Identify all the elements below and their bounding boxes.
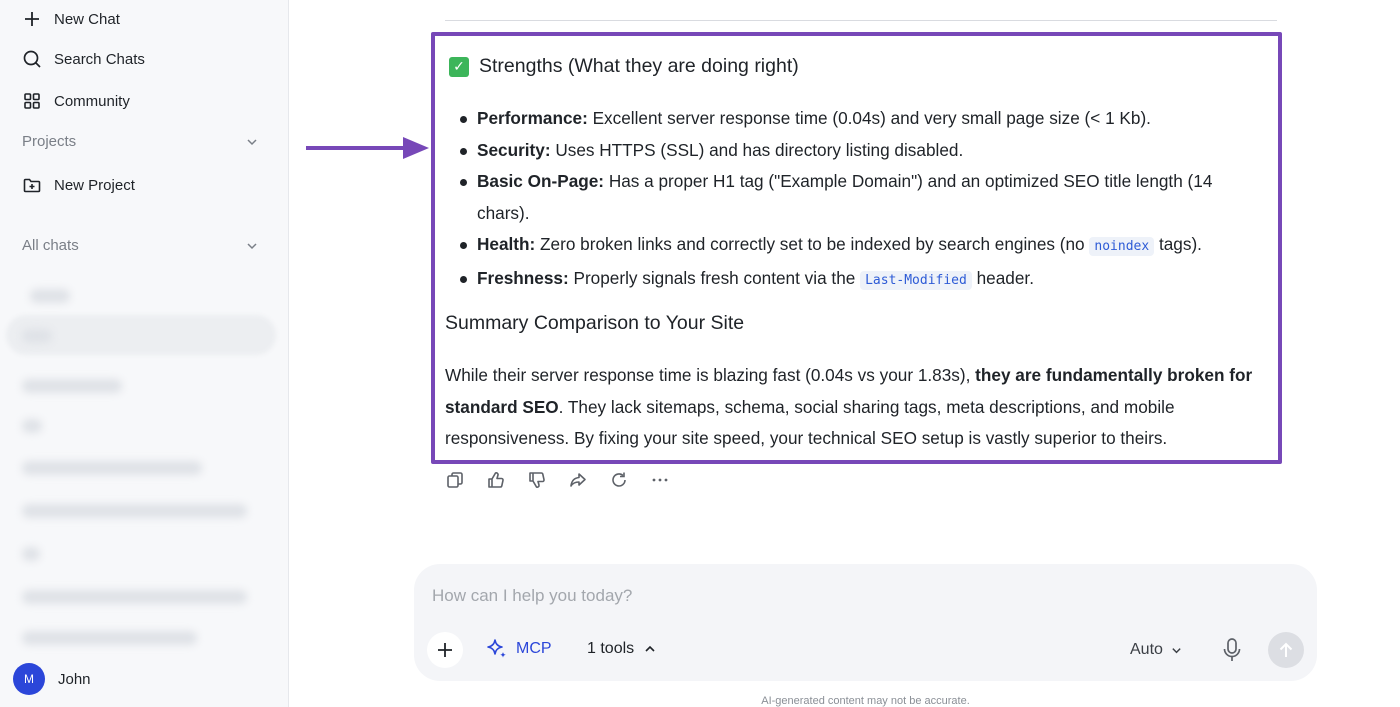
blurred-chat-list xyxy=(0,275,289,655)
bullet-text: tags). xyxy=(1154,234,1202,255)
chat-list-item[interactable] xyxy=(30,289,70,303)
chevron-down-icon xyxy=(247,138,257,145)
attach-button[interactable] xyxy=(427,632,463,668)
chat-list-item[interactable] xyxy=(22,504,247,518)
strengths-list: Performance: Excellent server response t… xyxy=(460,103,1267,297)
folder-plus-icon xyxy=(23,178,41,193)
list-item: Health: Zero broken links and correctly … xyxy=(460,229,1267,263)
model-selector[interactable]: Auto xyxy=(1130,641,1182,659)
arrow-up-icon xyxy=(1279,642,1293,657)
chat-list-item[interactable] xyxy=(22,631,197,645)
search-chats-label: Search Chats xyxy=(54,50,145,68)
chevron-down-icon xyxy=(1172,647,1181,653)
list-item: Basic On-Page: Has a proper H1 tag ("Exa… xyxy=(460,166,1267,229)
plus-icon xyxy=(25,12,39,26)
sparkle-icon xyxy=(487,639,506,658)
all-chats-label: All chats xyxy=(22,237,79,254)
list-item: Performance: Excellent server response t… xyxy=(460,103,1267,135)
copy-button[interactable] xyxy=(445,468,465,492)
search-chats-button[interactable]: Search Chats xyxy=(22,49,145,69)
all-chats-section-toggle[interactable]: All chats xyxy=(22,237,258,254)
community-label: Community xyxy=(54,92,130,110)
more-icon xyxy=(652,478,668,482)
inline-code: Last-Modified xyxy=(860,270,972,290)
bullet-label: Performance: xyxy=(477,108,588,128)
more-button[interactable] xyxy=(650,468,670,492)
checkmark-icon: ✓ xyxy=(449,56,469,77)
share-icon xyxy=(570,473,586,487)
list-item: Freshness: Properly signals fresh conten… xyxy=(460,263,1267,297)
new-chat-button[interactable]: New Chat xyxy=(22,9,120,29)
chevron-up-icon xyxy=(645,645,655,652)
arrow-right-icon xyxy=(306,137,429,159)
grid-icon xyxy=(24,93,40,109)
summary-heading: Summary Comparison to Your Site xyxy=(445,312,745,334)
bullet-label: Freshness: xyxy=(477,267,569,288)
user-name: John xyxy=(58,670,91,688)
thumbs-down-icon xyxy=(529,472,545,488)
bullet-label: Basic On-Page: xyxy=(477,171,605,192)
bullet-text: Excellent server response time (0.04s) a… xyxy=(587,108,1151,128)
summary-paragraph: While their server response time is blaz… xyxy=(445,360,1275,455)
inline-code: noindex xyxy=(1089,237,1155,257)
bullet-text: Uses HTTPS (SSL) and has directory listi… xyxy=(550,139,964,160)
model-label: Auto xyxy=(1130,641,1163,658)
microphone-icon[interactable] xyxy=(1220,637,1244,663)
divider xyxy=(445,20,1277,21)
avatar: M xyxy=(13,663,45,695)
new-chat-label: New Chat xyxy=(54,10,120,28)
plus-icon xyxy=(438,643,452,657)
new-project-label: New Project xyxy=(54,176,135,194)
thumbs-up-button[interactable] xyxy=(486,468,506,492)
list-item: Security: Uses HTTPS (SSL) and has direc… xyxy=(460,135,1267,167)
mcp-label: MCP xyxy=(516,640,552,657)
chat-list-item[interactable] xyxy=(22,547,40,561)
projects-label: Projects xyxy=(22,133,77,150)
regenerate-icon xyxy=(612,472,626,487)
bullet-label: Security: xyxy=(477,139,551,160)
new-project-button[interactable]: New Project xyxy=(22,175,135,195)
message-actions xyxy=(445,468,670,492)
chat-list-item[interactable] xyxy=(22,379,122,393)
thumbs-up-icon xyxy=(488,472,504,488)
copy-icon xyxy=(447,472,463,488)
chat-list-item[interactable] xyxy=(22,329,52,343)
tools-dropdown[interactable]: 1 tools xyxy=(587,640,656,658)
tools-label: 1 tools xyxy=(587,640,635,657)
bullet-text: header. xyxy=(971,267,1034,288)
share-button[interactable] xyxy=(568,468,588,492)
regenerate-button[interactable] xyxy=(609,468,629,492)
community-button[interactable]: Community xyxy=(22,91,130,111)
chat-list-item[interactable] xyxy=(22,590,247,604)
disclaimer: AI-generated content may not be accurate… xyxy=(761,695,970,707)
assistant-message: ✓ Strengths (What they are doing right) … xyxy=(431,32,1282,464)
projects-section-toggle[interactable]: Projects xyxy=(22,133,258,150)
summary-text: While their server response time is blaz… xyxy=(445,365,976,385)
chat-list-item[interactable] xyxy=(22,419,42,433)
chat-list-item[interactable] xyxy=(22,461,202,475)
composer: MCP 1 tools Auto xyxy=(414,564,1317,681)
bullet-text: Zero broken links and correctly set to b… xyxy=(535,234,1090,255)
bullet-label: Health: xyxy=(477,234,536,255)
sidebar: New Chat Search Chats Community Projects… xyxy=(0,0,289,707)
mcp-button[interactable]: MCP xyxy=(486,638,552,660)
thumbs-down-button[interactable] xyxy=(527,468,547,492)
strengths-heading: ✓ Strengths (What they are doing right) xyxy=(449,55,799,78)
user-profile[interactable]: M John xyxy=(13,663,91,695)
strengths-heading-text: Strengths (What they are doing right) xyxy=(479,55,799,77)
send-button[interactable] xyxy=(1268,632,1304,668)
prompt-input[interactable] xyxy=(432,586,1292,606)
chevron-down-icon xyxy=(247,242,257,249)
search-icon xyxy=(23,50,41,68)
bullet-text: Properly signals fresh content via the xyxy=(568,267,861,288)
